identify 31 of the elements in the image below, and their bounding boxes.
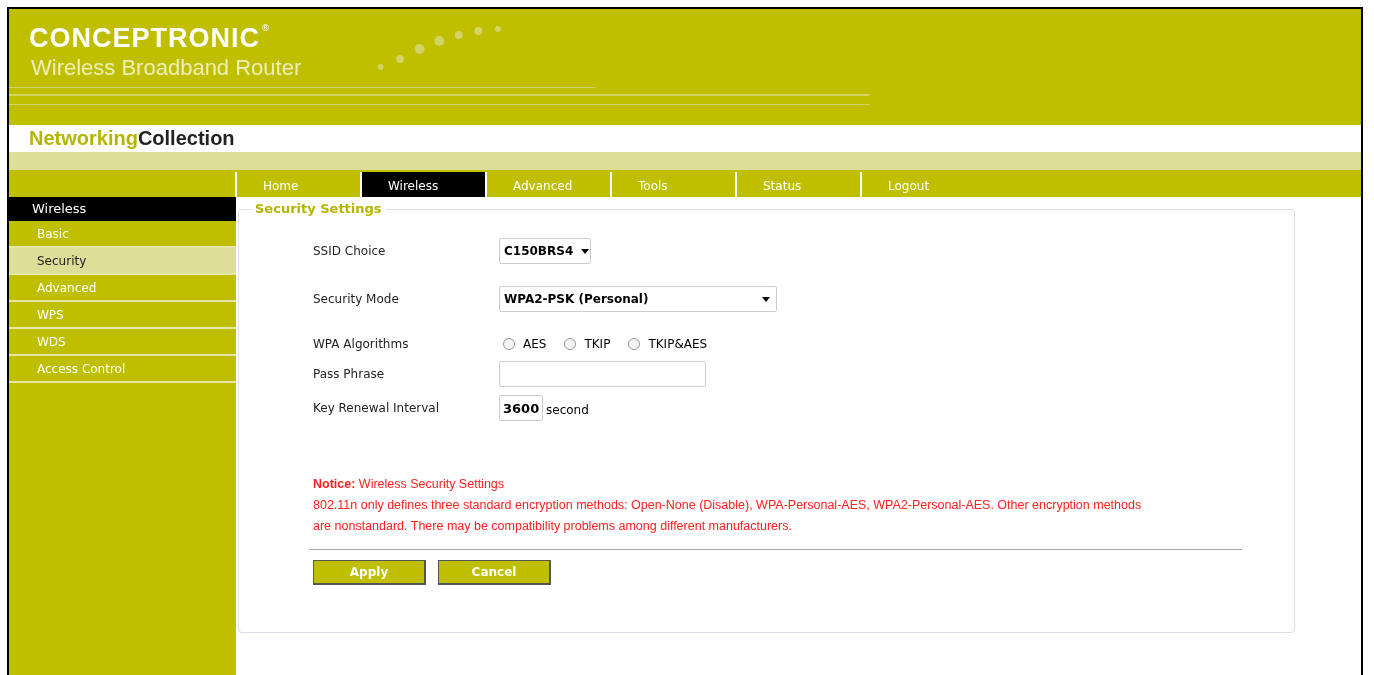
radio-button[interactable] bbox=[564, 338, 577, 350]
field-label: Pass Phrase bbox=[313, 367, 386, 381]
radio-button[interactable] bbox=[628, 338, 641, 350]
ssid-dropdown[interactable]: C150BRS4 bbox=[499, 238, 591, 264]
field-label: Key Renewal Interval bbox=[313, 401, 440, 415]
collection-logo-text: Collection bbox=[137, 127, 235, 150]
panel-title: Security Settings bbox=[253, 201, 386, 216]
radio-label: TKIP&AES bbox=[648, 337, 708, 351]
radio-button[interactable] bbox=[503, 338, 515, 350]
field-label: Security Mode bbox=[313, 292, 400, 306]
unit-label: second bbox=[546, 403, 589, 417]
interval-field[interactable]: 3600 bbox=[499, 395, 543, 421]
caret-icon bbox=[581, 248, 590, 254]
brand-logo: CONCEPTRONIC bbox=[29, 23, 260, 53]
radio-label: TKIP bbox=[584, 337, 611, 351]
security-mode-dropdown[interactable]: WPA2-PSK (Personal) bbox=[499, 286, 777, 312]
nav-tab[interactable]: Wireless bbox=[360, 172, 485, 197]
caret-icon bbox=[762, 296, 770, 302]
pass-phrase-field[interactable] bbox=[499, 361, 706, 387]
sidebar-heading: Wireless bbox=[9, 197, 236, 221]
field-label: WPA Algorithms bbox=[313, 337, 410, 351]
product-title: Wireless Broadband Router bbox=[31, 55, 303, 81]
form-button[interactable]: Apply bbox=[313, 560, 426, 585]
notice-text: 802.11n only defines three standard encryption methods: Open-None (Disable), WPA-Personal-AES, WPA2-Personal-AES. Other encryption methods are nonstandard. There may be compatibility problems among different manufacturers. bbox=[313, 497, 1143, 535]
form-button[interactable]: Cancel bbox=[438, 560, 551, 585]
field-label: SSID Choice bbox=[313, 244, 387, 258]
sidebar-item[interactable]: Security bbox=[9, 248, 236, 275]
collection-logo-text: Networking bbox=[29, 127, 138, 150]
notice-heading: Notice: Wireless Security Settings bbox=[313, 476, 506, 493]
registered-mark: ® bbox=[261, 23, 270, 33]
radio-label: AES bbox=[523, 337, 547, 351]
